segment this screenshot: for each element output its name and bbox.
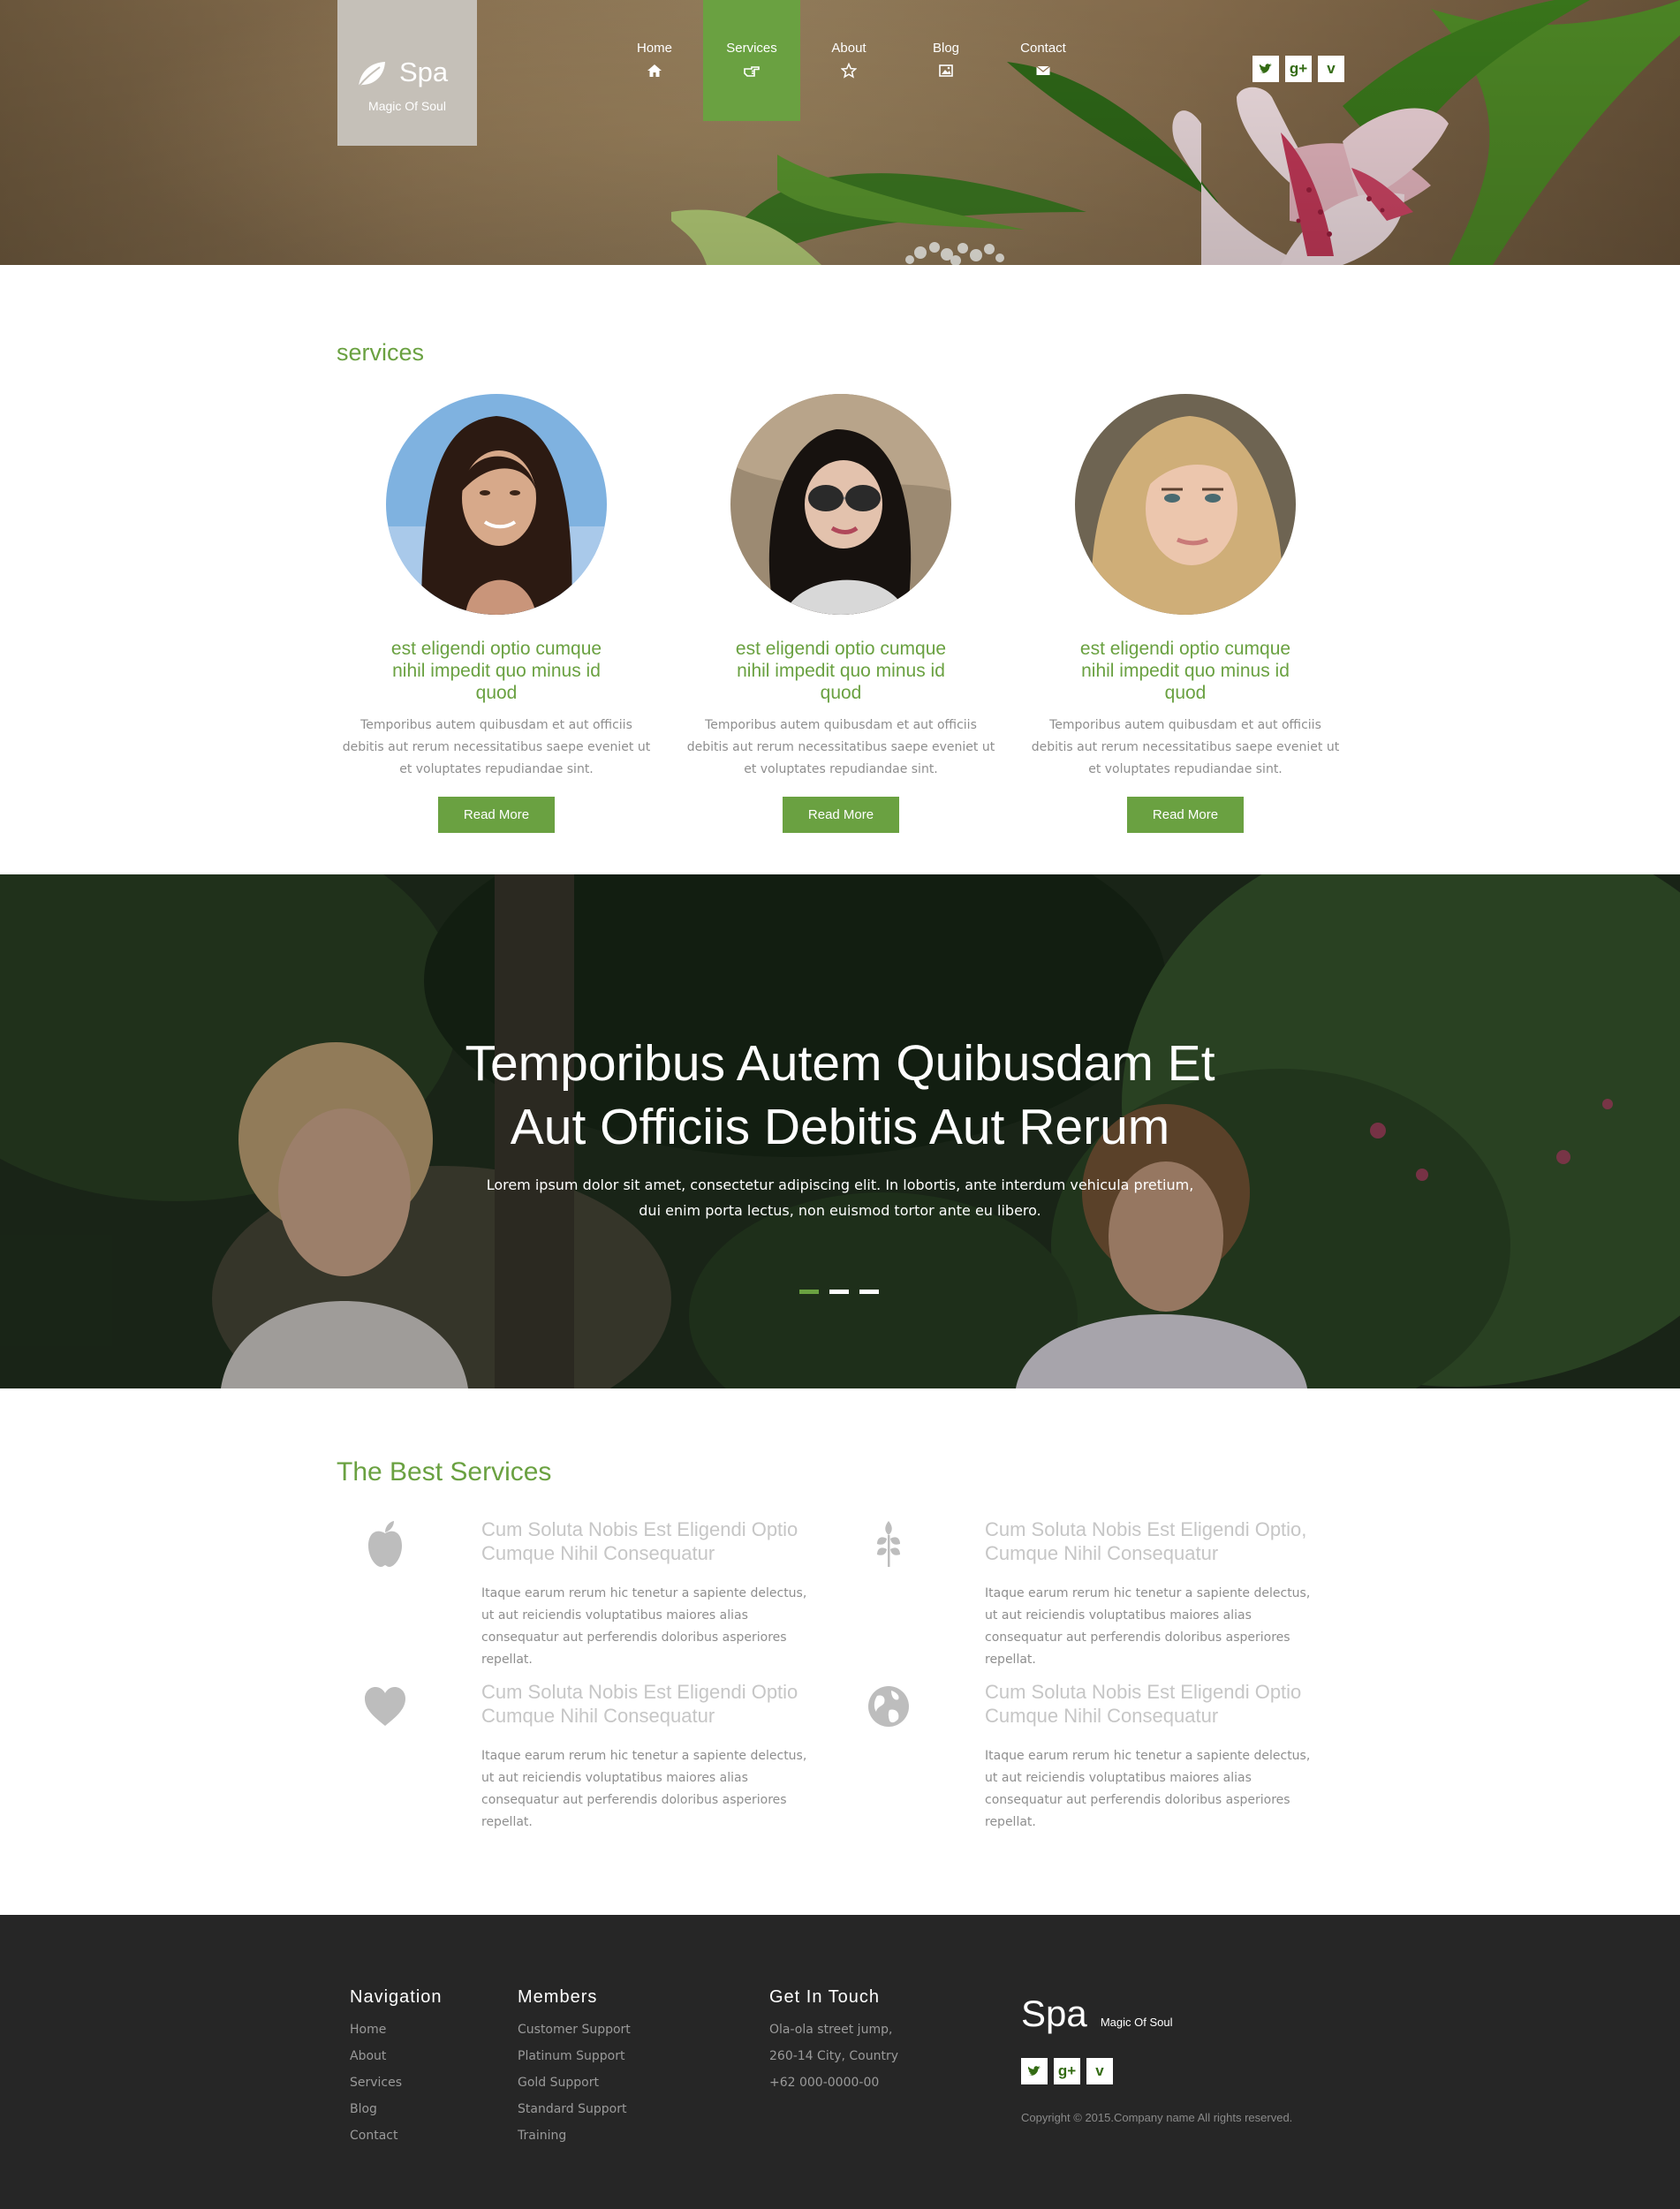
wheat-icon [877, 1521, 900, 1567]
nav-item-label: Contact [1020, 41, 1066, 56]
google-plus-icon[interactable]: g+ [1054, 2058, 1080, 2084]
service-card-text: Temporibus autem quibusdam et aut offici… [1031, 718, 1340, 776]
service-avatar-image [386, 394, 607, 615]
slider-dot-3[interactable] [859, 1290, 879, 1294]
site-logo[interactable]: Spa Magic Of Soul [337, 0, 477, 146]
apple-icon [368, 1521, 402, 1567]
footer-logo-subtitle: Magic Of Soul [1100, 2016, 1173, 2029]
footer-link-gold-support[interactable]: Gold Support [518, 2069, 631, 2096]
best-services-title: The Best Services [337, 1457, 552, 1487]
home-icon [647, 64, 662, 77]
footer-link-platinum-support[interactable]: Platinum Support [518, 2043, 631, 2069]
footer-link-contact[interactable]: Contact [350, 2122, 443, 2149]
feature-text: Itaque earum rerum hic tenetur a sapient… [481, 1749, 807, 1829]
service-card-heading: est eligendi optio cumque nihil impedit … [390, 639, 602, 703]
banner-heading: Temporibus Autem Quibusdam Et Aut Offici… [336, 1032, 1344, 1159]
leaf-icon [358, 62, 385, 87]
footer-link-blog[interactable]: Blog [350, 2096, 443, 2122]
heart-icon [365, 1687, 405, 1726]
service-card-heading: est eligendi optio cumque nihil impedit … [735, 639, 947, 703]
footer-phone: +62 000-0000-00 [769, 2076, 880, 2090]
feature-text: Itaque earum rerum hic tenetur a sapient… [481, 1586, 807, 1667]
site-header: Spa Magic Of Soul Home Services About Bl… [0, 0, 1680, 265]
footer-contact-heading: Get In Touch [769, 1987, 881, 2007]
footer-members: Members Customer Support Platinum Suppor… [518, 1987, 631, 2149]
footer-link-about[interactable]: About [350, 2043, 443, 2069]
site-footer: Navigation Home About Services Blog Cont… [0, 1915, 1680, 2209]
footer-navigation-heading: Navigation [350, 1987, 443, 2007]
feature-text: Itaque earum rerum hic tenetur a sapient… [985, 1586, 1311, 1667]
header-social-links: g+ v [1252, 56, 1344, 82]
main-nav: Home Services About Blog Contact [606, 0, 1092, 121]
banner-text-line: dui enim porta lectus, non euismod torto… [639, 1202, 1041, 1219]
service-card-text: Temporibus autem quibusdam et aut offici… [686, 718, 995, 776]
hand-pointer-icon [744, 66, 760, 77]
nav-item-blog[interactable]: Blog [897, 0, 995, 121]
footer-link-customer-support[interactable]: Customer Support [518, 2016, 631, 2043]
feature-heading: Cum Soluta Nobis Est Eligendi Optio Cumq… [481, 1681, 798, 1727]
nav-item-about[interactable]: About [800, 0, 897, 121]
footer-members-heading: Members [518, 1987, 598, 2007]
banner-text: Lorem ipsum dolor sit amet, consectetur … [477, 1172, 1203, 1223]
banner-text-line: Lorem ipsum dolor sit amet, consectetur … [486, 1176, 1194, 1193]
feature-heading: Cum Soluta Nobis Est Eligendi Optio Cumq… [985, 1681, 1302, 1727]
footer-link-standard-support[interactable]: Standard Support [518, 2096, 631, 2122]
footer-link-training[interactable]: Training [518, 2122, 631, 2149]
logo-subtitle: Magic Of Soul [368, 99, 446, 113]
image-icon [939, 64, 953, 77]
footer-link-services[interactable]: Services [350, 2069, 443, 2096]
logo-title: Spa [399, 57, 449, 87]
footer-address-line: 260-14 City, Country [769, 2049, 898, 2063]
read-more-button[interactable]: Read More [438, 797, 555, 833]
twitter-icon[interactable] [1021, 2058, 1048, 2084]
nav-item-label: About [831, 41, 866, 56]
footer-logo[interactable]: Spa Magic Of Soul [1021, 1993, 1172, 2035]
footer-social-links: g+ v [1021, 2058, 1113, 2084]
nav-item-label: Blog [932, 41, 960, 56]
footer-contact: Get In Touch Ola-ola street jump, 260-14… [769, 1987, 898, 2096]
banner-heading-line: Temporibus Autem Quibusdam Et [465, 1035, 1215, 1092]
banner-heading-line: Aut Officiis Debitis Aut Rerum [510, 1099, 1170, 1155]
nav-item-label: Home [636, 41, 672, 56]
footer-navigation: Navigation Home About Services Blog Cont… [350, 1987, 443, 2149]
footer-logo-title: Spa [1021, 1993, 1087, 2034]
footer-link-home[interactable]: Home [350, 2016, 443, 2043]
feature-heading: Cum Soluta Nobis Est Eligendi Optio, Cum… [985, 1518, 1307, 1564]
slider-pagination [799, 1290, 879, 1294]
vimeo-icon[interactable]: v [1086, 2058, 1113, 2084]
service-card: est eligendi optio cumque nihil impedit … [1025, 394, 1346, 833]
star-icon [841, 63, 857, 79]
service-avatar-image [1075, 394, 1296, 615]
vimeo-icon[interactable]: v [1318, 56, 1344, 82]
slider-dot-2[interactable] [829, 1290, 849, 1294]
envelope-icon [1036, 65, 1050, 75]
read-more-button[interactable]: Read More [783, 797, 899, 833]
footer-address-line: Ola-ola street jump, [769, 2023, 893, 2037]
service-card: est eligendi optio cumque nihil impedit … [336, 394, 657, 833]
feature-heading: Cum Soluta Nobis Est Eligendi Optio Cumq… [481, 1518, 798, 1564]
service-avatar-image [730, 394, 951, 615]
service-card: est eligendi optio cumque nihil impedit … [680, 394, 1002, 833]
twitter-icon[interactable] [1252, 56, 1279, 82]
feature-text: Itaque earum rerum hic tenetur a sapient… [985, 1749, 1311, 1829]
service-card-text: Temporibus autem quibusdam et aut offici… [342, 718, 651, 776]
copyright-text: Copyright © 2015.Company name All rights… [1021, 2111, 1293, 2124]
globe-icon [868, 1686, 909, 1727]
slider-dot-1[interactable] [799, 1290, 819, 1294]
nav-item-home[interactable]: Home [606, 0, 703, 121]
nav-item-label: Services [726, 41, 777, 56]
hero-banner: Temporibus Autem Quibusdam Et Aut Offici… [0, 874, 1680, 1388]
services-section-title: services [337, 339, 425, 366]
service-card-heading: est eligendi optio cumque nihil impedit … [1079, 639, 1291, 703]
read-more-button[interactable]: Read More [1127, 797, 1244, 833]
google-plus-icon[interactable]: g+ [1285, 56, 1312, 82]
nav-item-services[interactable]: Services [703, 0, 800, 121]
nav-item-contact[interactable]: Contact [995, 0, 1092, 121]
